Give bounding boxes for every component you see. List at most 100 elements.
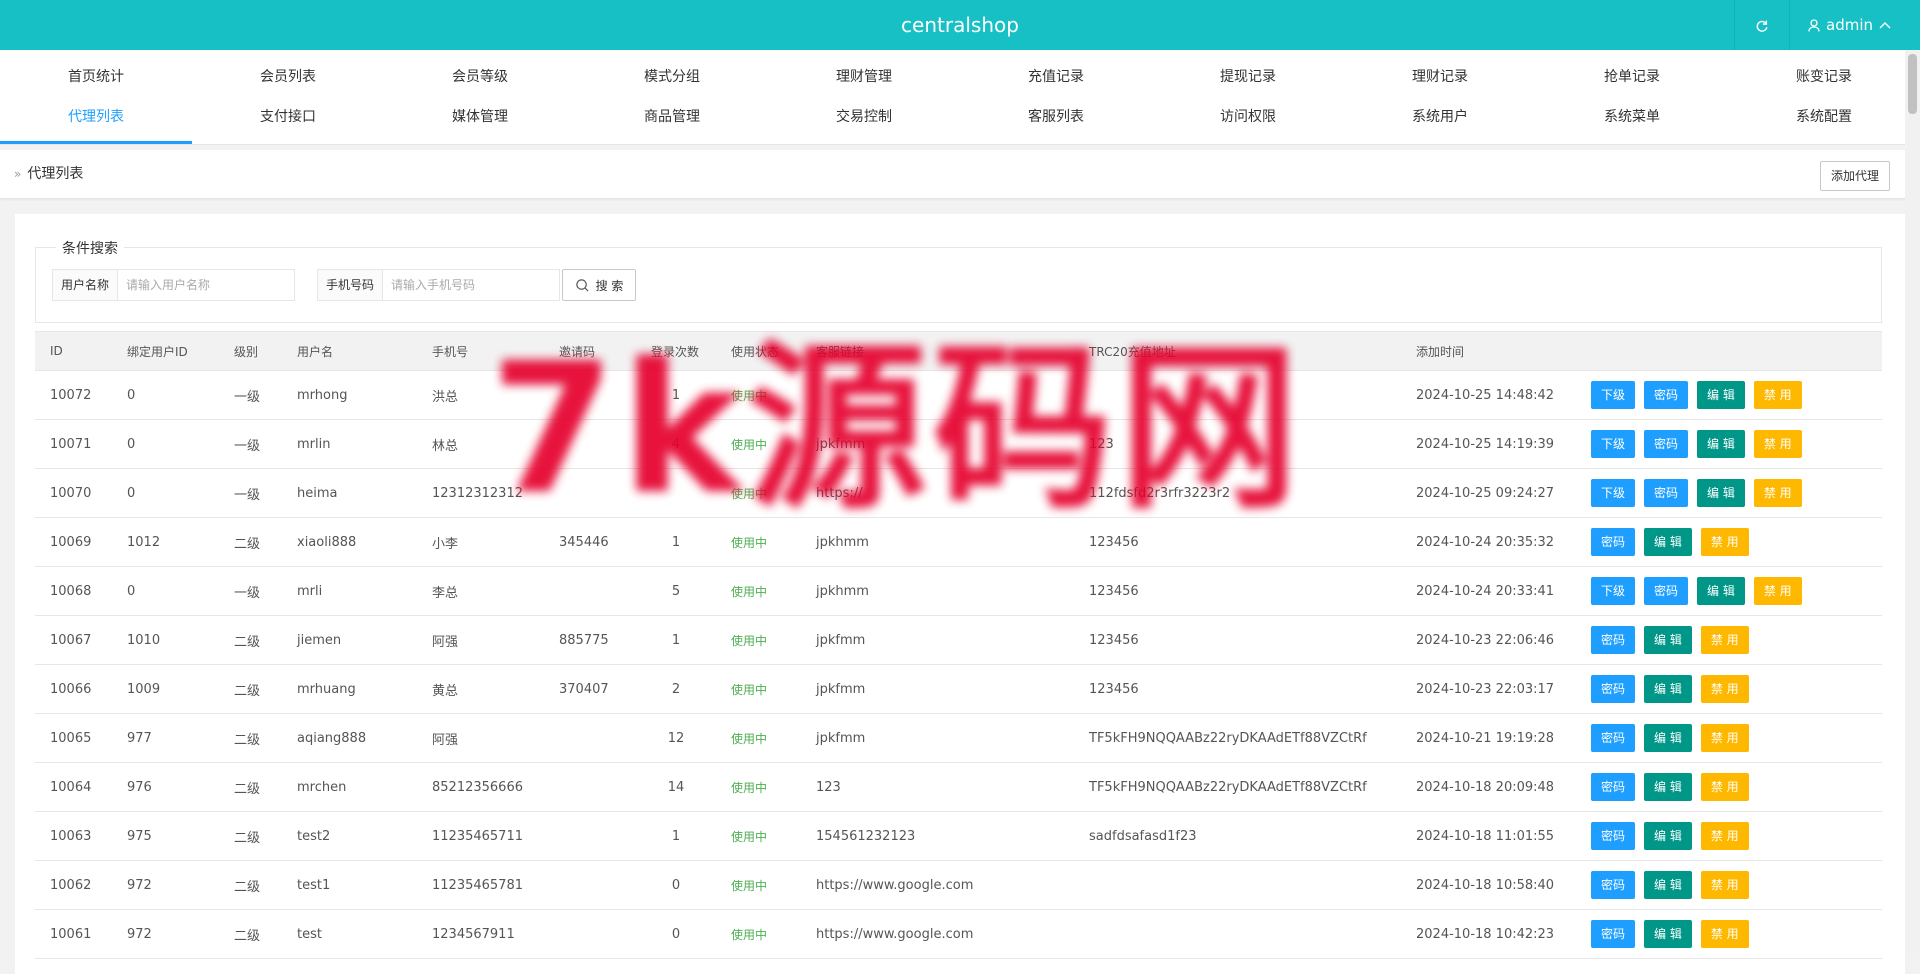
page-scrollbar[interactable] bbox=[1905, 50, 1920, 953]
disable-button[interactable]: 禁 用 bbox=[1753, 430, 1802, 458]
password-button[interactable]: 密码 bbox=[1591, 626, 1636, 654]
app-title: centralshop bbox=[901, 13, 1019, 37]
cell-id: 10071 bbox=[35, 419, 112, 469]
nav-item-row1-7[interactable]: 理财记录 bbox=[1344, 50, 1536, 97]
edit-button[interactable]: 编 辑 bbox=[1644, 871, 1692, 899]
user-menu[interactable]: admin bbox=[1789, 0, 1920, 50]
disable-button[interactable]: 禁 用 bbox=[1753, 479, 1802, 507]
edit-button[interactable]: 编 辑 bbox=[1697, 479, 1745, 507]
nav-item-row1-0[interactable]: 首页统计 bbox=[0, 50, 192, 97]
username-search-input[interactable] bbox=[118, 270, 294, 300]
cell-phone: 阿强 bbox=[417, 713, 544, 763]
edit-button[interactable]: 编 辑 bbox=[1697, 430, 1745, 458]
cell-link: https://www.google.com bbox=[801, 860, 1074, 910]
column-header: 用户名 bbox=[282, 331, 417, 371]
nav-item-row2-1[interactable]: 支付接口 bbox=[192, 97, 384, 144]
refresh-button[interactable] bbox=[1734, 0, 1789, 50]
cell-code: 885775 bbox=[544, 615, 636, 665]
password-button[interactable]: 密码 bbox=[1644, 381, 1689, 409]
nav-item-row2-7[interactable]: 系统用户 bbox=[1344, 97, 1536, 144]
edit-button[interactable]: 编 辑 bbox=[1697, 381, 1745, 409]
nav-item-row1-2[interactable]: 会员等级 bbox=[384, 50, 576, 97]
password-button[interactable]: 密码 bbox=[1644, 577, 1689, 605]
cell-phone: 1234567911 bbox=[417, 909, 544, 959]
password-button[interactable]: 密码 bbox=[1591, 920, 1636, 948]
sub-button[interactable]: 下级 bbox=[1591, 479, 1636, 507]
cell-status: 使用中 bbox=[716, 860, 801, 910]
nav-item-row1-9[interactable]: 账变记录 bbox=[1728, 50, 1920, 97]
password-button[interactable]: 密码 bbox=[1591, 822, 1636, 850]
edit-button[interactable]: 编 辑 bbox=[1644, 773, 1692, 801]
disable-button[interactable]: 禁 用 bbox=[1700, 773, 1749, 801]
password-button[interactable]: 密码 bbox=[1591, 724, 1636, 752]
nav-item-row2-5[interactable]: 客服列表 bbox=[960, 97, 1152, 144]
cell-logins: 1 bbox=[636, 615, 716, 665]
cell-link: jpkfmm bbox=[801, 713, 1074, 763]
disable-button[interactable]: 禁 用 bbox=[1700, 920, 1749, 948]
cell-actions: 密码编 辑禁 用 bbox=[1576, 713, 1882, 763]
cell-actions: 下级 密码编 辑禁 用 bbox=[1576, 566, 1882, 616]
nav-item-row1-5[interactable]: 充值记录 bbox=[960, 50, 1152, 97]
disable-button[interactable]: 禁 用 bbox=[1700, 675, 1749, 703]
nav-item-row1-8[interactable]: 抢单记录 bbox=[1536, 50, 1728, 97]
nav-item-row2-8[interactable]: 系统菜单 bbox=[1536, 97, 1728, 144]
nav-item-row2-6[interactable]: 访问权限 bbox=[1152, 97, 1344, 144]
phone-search-input[interactable] bbox=[383, 270, 559, 300]
cell-actions: 密码编 辑禁 用 bbox=[1576, 811, 1882, 861]
password-button[interactable]: 密码 bbox=[1591, 773, 1636, 801]
add-agent-button[interactable]: 添加代理 bbox=[1819, 161, 1890, 191]
nav-item-row1-4[interactable]: 理财管理 bbox=[768, 50, 960, 97]
password-button[interactable]: 密码 bbox=[1644, 479, 1689, 507]
column-header: 添加时间 bbox=[1401, 331, 1576, 371]
nav-item-row2-0[interactable]: 代理列表 bbox=[0, 97, 192, 144]
cell-link: 154561232123 bbox=[801, 811, 1074, 861]
search-button[interactable]: 搜 索 bbox=[562, 269, 636, 301]
cell-uid: 0 bbox=[112, 468, 219, 518]
column-header: ID bbox=[35, 331, 112, 371]
password-button[interactable]: 密码 bbox=[1591, 675, 1636, 703]
sub-button[interactable]: 下级 bbox=[1591, 577, 1636, 605]
scrollbar-thumb[interactable] bbox=[1908, 54, 1917, 114]
nav-item-row2-4[interactable]: 交易控制 bbox=[768, 97, 960, 144]
cell-level: 一级 bbox=[219, 468, 282, 518]
nav-item-row2-2[interactable]: 媒体管理 bbox=[384, 97, 576, 144]
cell-code bbox=[544, 860, 636, 910]
sub-button[interactable]: 下级 bbox=[1591, 430, 1636, 458]
edit-button[interactable]: 编 辑 bbox=[1644, 528, 1692, 556]
nav-item-row2-9[interactable]: 系统配置 bbox=[1728, 97, 1920, 144]
password-button[interactable]: 密码 bbox=[1644, 430, 1689, 458]
cell-level: 二级 bbox=[219, 713, 282, 763]
edit-button[interactable]: 编 辑 bbox=[1644, 822, 1692, 850]
nav-item-row2-3[interactable]: 商品管理 bbox=[576, 97, 768, 144]
disable-button[interactable]: 禁 用 bbox=[1700, 528, 1749, 556]
sub-button[interactable]: 下级 bbox=[1591, 381, 1636, 409]
password-button[interactable]: 密码 bbox=[1591, 528, 1636, 556]
edit-button[interactable]: 编 辑 bbox=[1644, 675, 1692, 703]
disable-button[interactable]: 禁 用 bbox=[1700, 626, 1749, 654]
cell-actions: 密码编 辑禁 用 bbox=[1576, 909, 1882, 959]
edit-button[interactable]: 编 辑 bbox=[1644, 626, 1692, 654]
refresh-icon bbox=[1756, 20, 1768, 32]
edit-button[interactable]: 编 辑 bbox=[1697, 577, 1745, 605]
disable-button[interactable]: 禁 用 bbox=[1700, 871, 1749, 899]
cell-code bbox=[544, 713, 636, 763]
nav-item-row1-1[interactable]: 会员列表 bbox=[192, 50, 384, 97]
nav-item-row1-6[interactable]: 提现记录 bbox=[1152, 50, 1344, 97]
disable-button[interactable]: 禁 用 bbox=[1700, 724, 1749, 752]
table-row: 10064 976 二级 mrchen 85212356666 14 使用中 123 TF5kF… bbox=[35, 762, 1882, 812]
edit-button[interactable]: 编 辑 bbox=[1644, 724, 1692, 752]
disable-button[interactable]: 禁 用 bbox=[1700, 822, 1749, 850]
cell-actions: 密码编 辑禁 用 bbox=[1576, 517, 1882, 567]
cell-phone: 阿强 bbox=[417, 615, 544, 665]
cell-status: 使用中 bbox=[716, 615, 801, 665]
cell-id: 10067 bbox=[35, 615, 112, 665]
cell-uid: 0 bbox=[112, 566, 219, 616]
disable-button[interactable]: 禁 用 bbox=[1753, 381, 1802, 409]
cell-username: mrhuang bbox=[282, 664, 417, 714]
cell-uid: 977 bbox=[112, 713, 219, 763]
cell-code: 370407 bbox=[544, 664, 636, 714]
nav-item-row1-3[interactable]: 模式分组 bbox=[576, 50, 768, 97]
edit-button[interactable]: 编 辑 bbox=[1644, 920, 1692, 948]
disable-button[interactable]: 禁 用 bbox=[1753, 577, 1802, 605]
password-button[interactable]: 密码 bbox=[1591, 871, 1636, 899]
